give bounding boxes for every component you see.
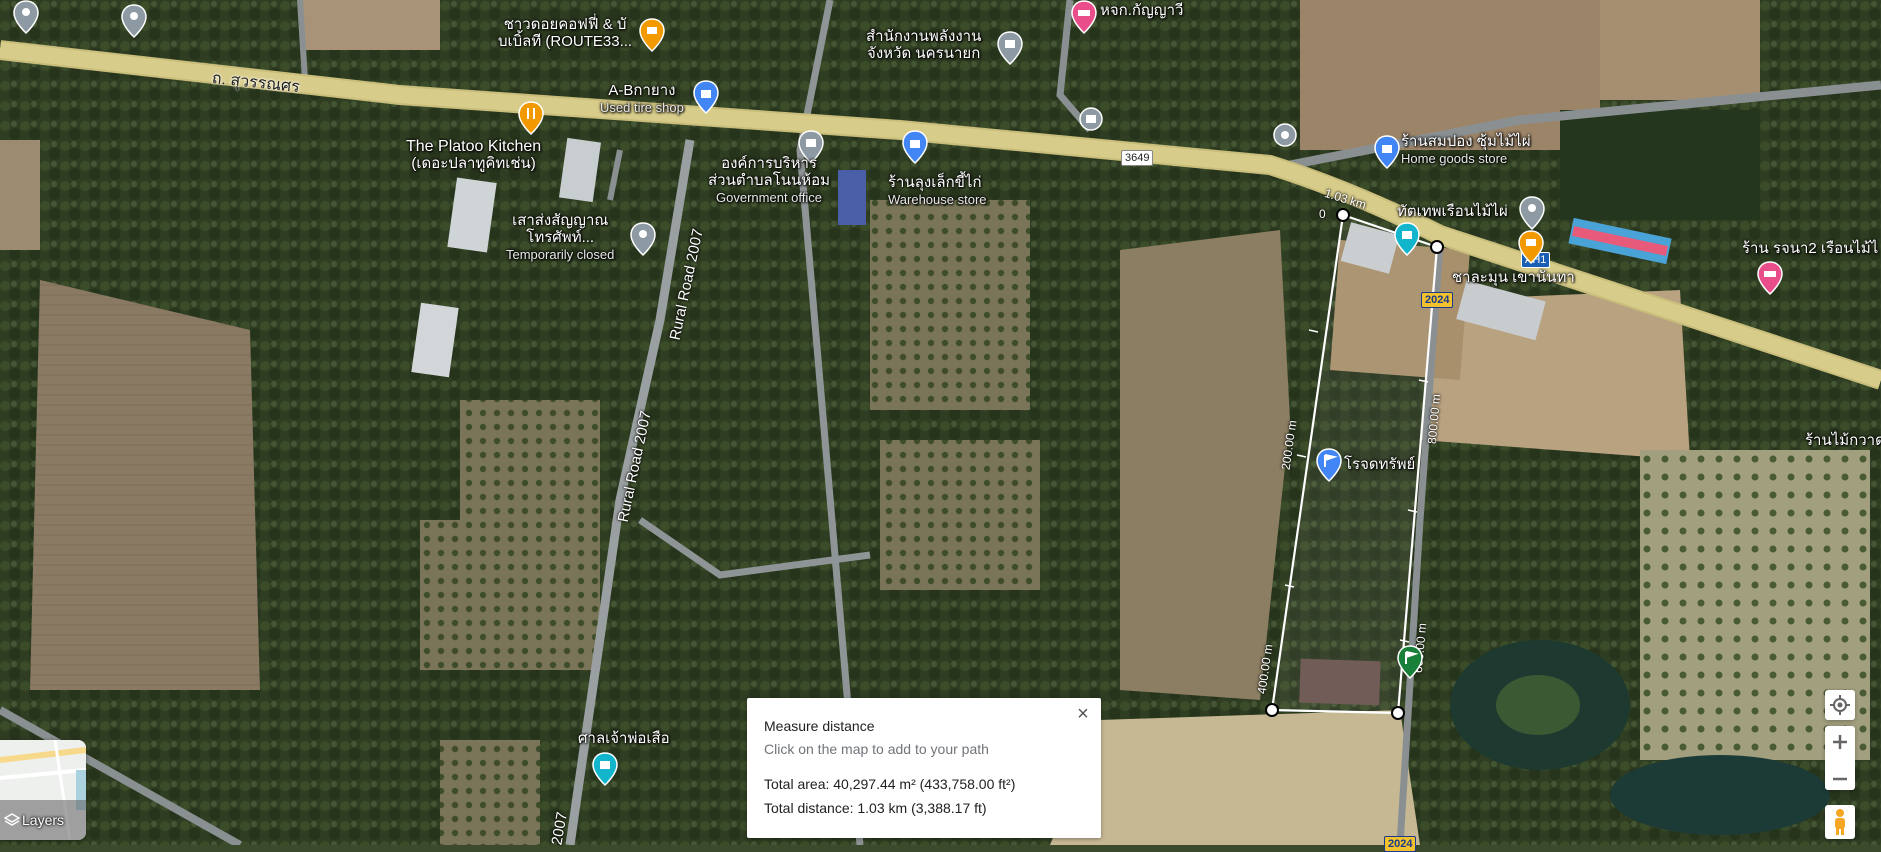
place-label[interactable]: ศาลเจ้าพ่อเสือ xyxy=(578,730,670,747)
location-pin-icon[interactable] xyxy=(630,222,656,256)
farm-field xyxy=(30,280,260,690)
location-pin-icon[interactable] xyxy=(1078,106,1104,140)
shop-pin-icon[interactable] xyxy=(693,80,719,114)
place-label[interactable]: ร้าน รจนา2 เรือนไม้ไ xyxy=(1742,240,1878,257)
shop-pin-icon[interactable] xyxy=(902,130,928,164)
orchard xyxy=(460,400,600,540)
farm-field xyxy=(1300,0,1600,150)
zoom-control xyxy=(1825,726,1855,790)
shop-pin-icon[interactable] xyxy=(1374,135,1400,169)
highway-shield-2024: 2024 xyxy=(1421,292,1454,308)
highway-shield-2024: 2024 xyxy=(1384,836,1417,852)
flag-pin-icon[interactable] xyxy=(1316,448,1342,482)
measure-point[interactable] xyxy=(1430,240,1444,254)
orchard xyxy=(880,440,1040,590)
hotel-pin-icon[interactable] xyxy=(1071,0,1097,34)
orchard xyxy=(870,200,1030,410)
government-pin-icon[interactable] xyxy=(997,31,1023,65)
place-label[interactable]: โรจดทรัพย์ xyxy=(1344,456,1415,473)
zoom-in-icon[interactable] xyxy=(1825,726,1855,758)
pond-island xyxy=(1496,675,1580,735)
shrine-pin-icon[interactable] xyxy=(592,752,618,786)
pegman-icon xyxy=(1835,809,1845,835)
place-label[interactable]: The Platoo Kitchen (เดอะปลาทูคิทเช่น) xyxy=(406,138,541,172)
farm-field xyxy=(0,140,40,250)
place-label[interactable]: A-Bกายาง Used tire shop xyxy=(600,82,684,116)
hotel-pin-icon[interactable] xyxy=(1757,261,1783,295)
building-roof xyxy=(838,170,866,225)
measure-distance-panel: Measure distance Click on the map to add… xyxy=(747,698,1101,838)
locate-icon xyxy=(1830,695,1850,715)
store-pin-icon[interactable] xyxy=(1394,222,1420,256)
farm-field xyxy=(300,0,440,50)
place-label[interactable]: ร้านสมปอง ซุ้มไม้ไผ่ Home goods store xyxy=(1401,133,1531,167)
location-pin-icon[interactable] xyxy=(121,4,147,38)
pegman-button[interactable] xyxy=(1825,805,1855,839)
place-label[interactable]: ทัตเทพเรือนไม้ไผ่ xyxy=(1397,203,1508,220)
location-pin-icon[interactable] xyxy=(1272,122,1298,156)
measure-point[interactable] xyxy=(1391,706,1405,720)
place-label[interactable]: ร้านลุงเล็กขี้ไก่ Warehouse store xyxy=(888,174,987,208)
pond xyxy=(1610,755,1830,835)
measure-point[interactable] xyxy=(1265,703,1279,717)
layers-label: Layers xyxy=(22,812,65,828)
measure-point[interactable] xyxy=(1336,208,1350,222)
layers-button[interactable]: Layers xyxy=(0,740,86,840)
close-icon[interactable]: × xyxy=(1071,702,1095,726)
place-label[interactable]: ชาวดอยคอฟฟี่ & บั บเบิ้ลที (ROUTE33... xyxy=(498,16,632,50)
panel-hint: Click on the map to add to your path xyxy=(764,741,989,757)
place-label[interactable]: ชาละมุน เขานันทา xyxy=(1452,269,1575,286)
tree-plantation xyxy=(1560,110,1760,220)
zoom-out-icon[interactable] xyxy=(1825,763,1855,795)
place-label[interactable]: เสาส่งสัญญาณ โทรศัพท์... Temporarily close… xyxy=(506,212,614,263)
total-area: Total area: 40,297.44 m² (433,758.00 ft²… xyxy=(764,776,1016,792)
total-distance: Total distance: 1.03 km (3,388.17 ft) xyxy=(764,800,987,816)
measure-label-zero: 0 xyxy=(1319,207,1326,221)
orchard xyxy=(440,740,540,845)
farm-field xyxy=(1600,0,1760,100)
place-label[interactable]: หจก.กัญญาวี xyxy=(1100,2,1183,19)
place-label[interactable]: สำนักงานพลังงาน จังหวัด นครนายก xyxy=(866,28,981,62)
location-pin-icon[interactable] xyxy=(1519,196,1545,230)
restaurant-pin-icon[interactable] xyxy=(518,101,544,135)
place-label[interactable]: องค์การบริหาร ส่วนตำบลโนนห้อม Government o… xyxy=(708,155,830,206)
location-pin-icon[interactable] xyxy=(13,0,39,34)
highway-shield-3649: 3649 xyxy=(1121,150,1154,166)
flag-pin-icon[interactable] xyxy=(1397,645,1423,679)
layers-icon xyxy=(4,813,20,826)
cafe-pin-icon[interactable] xyxy=(1518,230,1544,264)
cafe-pin-icon[interactable] xyxy=(639,18,665,52)
clearing xyxy=(1120,230,1290,700)
orchard xyxy=(420,520,600,670)
panel-title: Measure distance xyxy=(764,718,875,734)
place-label[interactable]: ร้านไม้กวาด xyxy=(1805,432,1881,449)
sandy-clearing xyxy=(1050,710,1420,845)
locate-button[interactable] xyxy=(1825,690,1855,720)
